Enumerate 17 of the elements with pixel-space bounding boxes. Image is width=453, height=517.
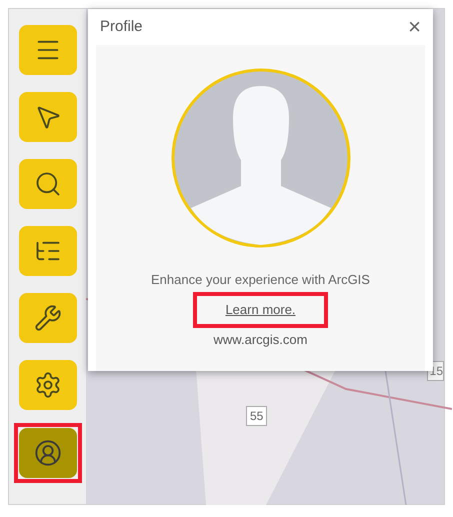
website-url: www.arcgis.com <box>214 330 308 349</box>
wrench-icon <box>34 304 62 332</box>
toolbar-button[interactable] <box>18 159 76 209</box>
toolbar-button[interactable] <box>18 293 76 343</box>
toolbar-button[interactable] <box>18 226 76 276</box>
toolbar-button[interactable] <box>18 360 76 410</box>
popup-title: Profile <box>100 16 143 37</box>
close-button[interactable]: × <box>408 16 421 38</box>
search-icon <box>34 170 62 198</box>
promo-message: Enhance your experience with ArcGIS <box>151 271 370 289</box>
road-shield: 55 <box>246 406 268 426</box>
learn-more-link[interactable]: Learn more. <box>225 302 296 316</box>
toolbar-button[interactable] <box>18 25 76 75</box>
avatar-silhouette-icon <box>170 68 350 248</box>
user-icon <box>34 439 62 467</box>
toolbar-button[interactable] <box>18 92 76 142</box>
settings-icon <box>34 371 62 399</box>
